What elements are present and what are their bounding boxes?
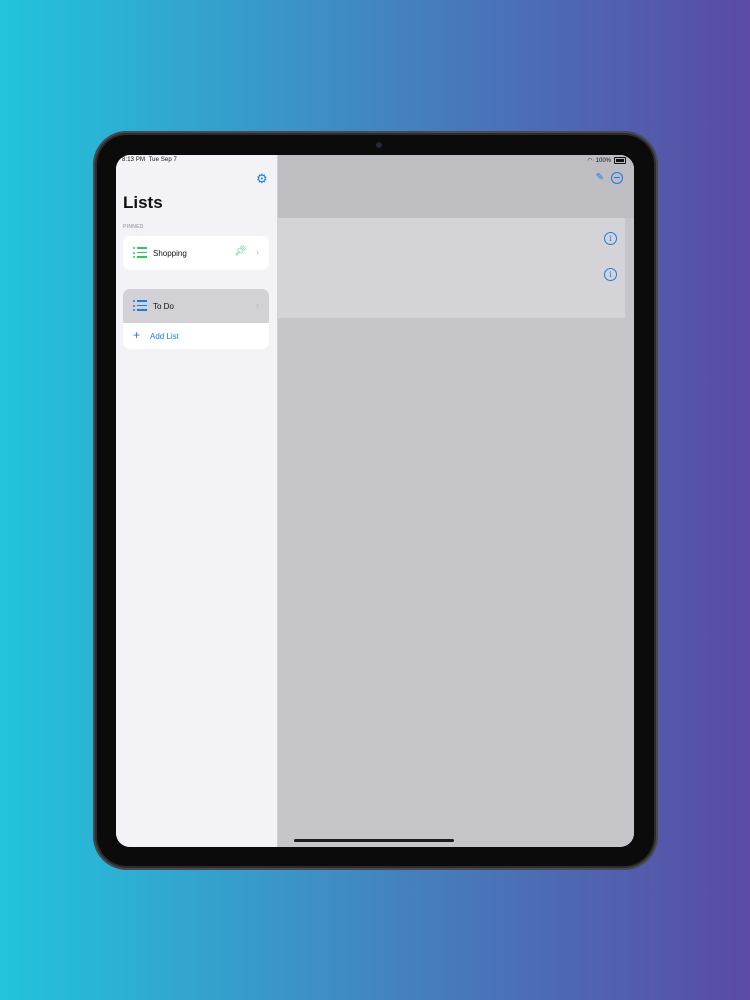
list-item-todo[interactable]: To Do › bbox=[123, 289, 269, 323]
chevron-right-icon: › bbox=[256, 247, 259, 257]
page-title: Lists bbox=[123, 193, 163, 212]
front-camera bbox=[376, 142, 382, 148]
detail-panel: i i bbox=[278, 218, 625, 318]
info-icon[interactable]: i bbox=[604, 268, 617, 281]
chevron-right-icon: › bbox=[256, 300, 259, 310]
list-item-shopping[interactable]: Shopping 📌︎ › bbox=[123, 236, 269, 270]
wifi-icon: ◠ bbox=[587, 158, 593, 164]
plus-icon: + bbox=[133, 328, 141, 342]
more-icon[interactable] bbox=[611, 172, 623, 184]
add-list-label: Add List bbox=[150, 332, 179, 341]
gear-icon[interactable]: ⚙ bbox=[256, 172, 268, 185]
pencil-icon[interactable]: ✎ bbox=[596, 172, 604, 183]
list-item-label: Shopping bbox=[153, 249, 187, 258]
status-date-text: Tue Sep 7 bbox=[148, 157, 177, 163]
list-icon bbox=[133, 247, 147, 258]
home-indicator[interactable] bbox=[294, 839, 454, 842]
battery-icon bbox=[614, 157, 626, 164]
status-time: 8:13 PM Tue Sep 7 bbox=[122, 157, 177, 163]
list-icon bbox=[133, 300, 147, 311]
list-item-label: To Do bbox=[153, 302, 174, 311]
screen: 8:13 PM Tue Sep 7 ⚙ Lists PINNED Shoppin… bbox=[116, 155, 634, 847]
status-time-text: 8:13 PM bbox=[122, 157, 146, 163]
pin-icon: 📌︎ bbox=[234, 246, 247, 257]
status-indicators: ◠ 100% bbox=[587, 157, 626, 164]
detail-header: ◠ 100% ✎ bbox=[278, 155, 634, 218]
info-icon[interactable]: i bbox=[604, 232, 617, 245]
add-list-button[interactable]: + Add List bbox=[123, 323, 269, 349]
battery-percent: 100% bbox=[595, 157, 611, 164]
detail-pane: ◠ 100% ✎ i i bbox=[278, 155, 634, 847]
section-label-pinned: PINNED bbox=[123, 224, 144, 230]
sidebar: 8:13 PM Tue Sep 7 ⚙ Lists PINNED Shoppin… bbox=[116, 155, 278, 847]
